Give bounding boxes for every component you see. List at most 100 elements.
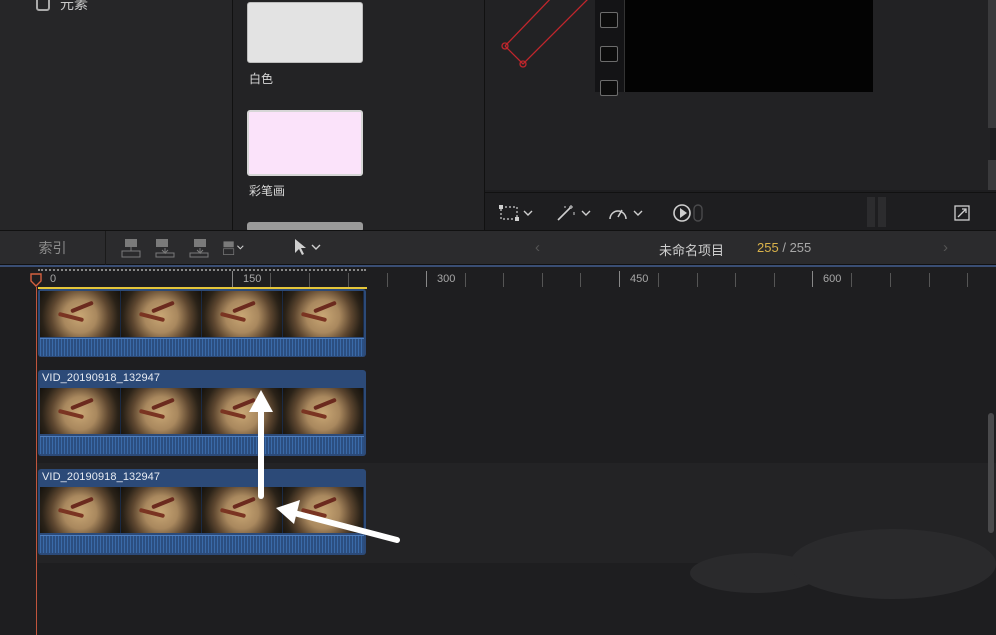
clip-thumbnail bbox=[202, 388, 283, 434]
clip-thumbnails bbox=[40, 487, 364, 533]
chevron-down-icon bbox=[523, 210, 533, 216]
clip-thumbnail bbox=[202, 291, 283, 337]
transform-menu-button[interactable] bbox=[499, 202, 533, 224]
timeline-ruler[interactable]: 0 150 300 450 600 bbox=[0, 265, 996, 289]
speed-menu-button[interactable] bbox=[607, 202, 643, 224]
play-button[interactable] bbox=[671, 202, 705, 224]
ruler-label: 150 bbox=[243, 273, 262, 285]
transform-handle[interactable] bbox=[485, 0, 595, 80]
ruler-tick bbox=[812, 271, 813, 287]
chevron-down-icon bbox=[633, 210, 643, 216]
library-sidebar: 元素 bbox=[0, 0, 232, 230]
element-icon bbox=[36, 0, 50, 11]
clip-thumbnail bbox=[121, 487, 202, 533]
swatch-label-white: 白色 bbox=[249, 72, 274, 86]
transform-icon bbox=[499, 205, 519, 221]
range-marker bbox=[38, 269, 366, 271]
frame-current: 255 bbox=[757, 240, 779, 255]
shadow-blob bbox=[790, 529, 996, 599]
connect-clip-icon[interactable] bbox=[120, 237, 142, 259]
speed-gauge-icon bbox=[609, 209, 627, 220]
swatch-white[interactable] bbox=[247, 2, 363, 63]
ruler-tick bbox=[232, 271, 233, 287]
ruler-tick bbox=[890, 273, 891, 287]
ruler-tick bbox=[619, 271, 620, 287]
timeline-clip-primary[interactable] bbox=[38, 289, 366, 357]
insert-clip-icon[interactable] bbox=[154, 237, 176, 259]
history-forward-button[interactable]: › bbox=[943, 239, 948, 256]
ruler-tick bbox=[929, 273, 930, 287]
viewer-canvas[interactable] bbox=[485, 0, 990, 190]
swatch-pastel[interactable] bbox=[247, 110, 363, 176]
ruler-tick bbox=[387, 273, 388, 287]
ruler-tick bbox=[967, 273, 968, 287]
ruler-tick bbox=[774, 273, 775, 287]
playhead-handle[interactable] bbox=[30, 273, 42, 287]
ruler-tick bbox=[270, 273, 271, 287]
history-back-button[interactable]: ‹ bbox=[535, 239, 540, 256]
fullscreen-icon bbox=[954, 205, 970, 221]
ruler-tick bbox=[348, 273, 349, 287]
clip-name: VID_20190918_132947 bbox=[42, 372, 161, 384]
sidebar-item-elements[interactable]: 元素 bbox=[36, 0, 88, 14]
ruler-label: 450 bbox=[630, 273, 649, 285]
magic-wand-icon bbox=[557, 205, 575, 221]
clip-name: VID_20190918_132947 bbox=[42, 471, 161, 483]
swatch-label-pastel: 彩笔画 bbox=[249, 184, 286, 198]
ruler-tick bbox=[697, 273, 698, 287]
sidebar-item-label: 元素 bbox=[60, 0, 88, 12]
timeline-scrollbar[interactable] bbox=[988, 413, 994, 533]
clip-thumbnail bbox=[40, 388, 121, 434]
film-hole bbox=[600, 46, 618, 62]
film-hole bbox=[600, 12, 618, 28]
playhead-line bbox=[36, 287, 37, 635]
chevron-down-icon bbox=[311, 244, 321, 250]
timeline-clip[interactable]: VID_20190918_132947 bbox=[38, 469, 366, 555]
ruler-tick bbox=[542, 273, 543, 287]
overwrite-clip-icon[interactable] bbox=[222, 237, 244, 259]
timeline-clip[interactable]: VID_20190918_132947 bbox=[38, 370, 366, 456]
ruler-tick bbox=[851, 273, 852, 287]
clip-thumbnail bbox=[121, 388, 202, 434]
viewer-scrollbar[interactable] bbox=[988, 0, 996, 128]
audio-level-meter bbox=[867, 197, 891, 227]
clip-thumbnails bbox=[40, 388, 364, 434]
chevron-down-icon bbox=[581, 210, 591, 216]
film-hole bbox=[600, 80, 618, 96]
video-frame bbox=[625, 0, 873, 92]
timeline-header: 索引 ‹ 未命名项目 255 / 255 › bbox=[0, 230, 996, 265]
viewer-panel bbox=[485, 0, 996, 230]
film-strip bbox=[595, 0, 625, 96]
enhance-menu-button[interactable] bbox=[555, 202, 591, 224]
edit-buttons bbox=[120, 237, 244, 259]
media-browser: 白色 彩笔画 bbox=[232, 0, 485, 232]
ruler-tick bbox=[465, 273, 466, 287]
clip-thumbnail bbox=[40, 487, 121, 533]
timeline[interactable]: 0 150 300 450 600 VID_20190918_132947 VI… bbox=[0, 265, 996, 635]
viewer-scrollbar-lower[interactable] bbox=[988, 160, 996, 190]
frame-total: 255 bbox=[789, 240, 812, 255]
clip-thumbnail bbox=[283, 487, 364, 533]
ruler-tick bbox=[426, 271, 427, 287]
ruler-tick bbox=[658, 273, 659, 287]
ruler-label: 300 bbox=[437, 273, 456, 285]
ruler-label: 0 bbox=[50, 273, 57, 285]
viewer-toolbar bbox=[485, 192, 996, 230]
fullscreen-button[interactable] bbox=[953, 202, 971, 224]
clip-thumbnail bbox=[40, 291, 121, 337]
clip-thumbnail bbox=[121, 291, 202, 337]
clip-thumbnails bbox=[40, 291, 364, 337]
select-tool-menu[interactable] bbox=[293, 238, 321, 256]
index-tab[interactable]: 索引 bbox=[0, 231, 106, 265]
project-name: 未命名项目 bbox=[659, 243, 725, 258]
clip-thumbnail bbox=[202, 487, 283, 533]
clip-thumbnail bbox=[283, 388, 364, 434]
ruler-tick bbox=[309, 273, 310, 287]
frame-separator: / bbox=[782, 240, 786, 255]
frame-count: 255 / 255 bbox=[757, 240, 811, 255]
ruler-label: 600 bbox=[823, 273, 842, 285]
audio-waveform bbox=[40, 338, 364, 356]
ruler-tick bbox=[580, 273, 581, 287]
append-clip-icon[interactable] bbox=[188, 237, 210, 259]
clip-thumbnail bbox=[283, 291, 364, 337]
